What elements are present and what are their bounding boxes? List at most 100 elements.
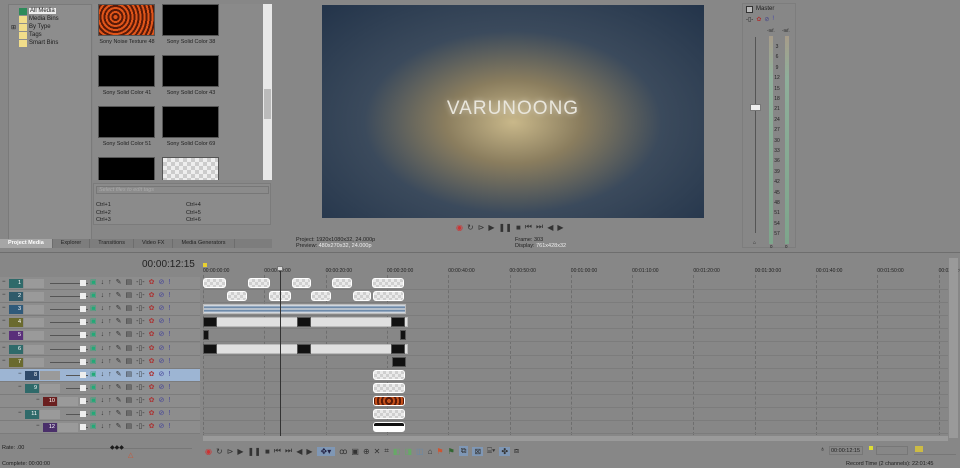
track-lane[interactable] — [203, 421, 948, 435]
thumbnail[interactable] — [98, 55, 155, 87]
region-icon[interactable]: ⚑ — [448, 447, 455, 456]
track-motion-icon[interactable]: ▤ — [126, 292, 133, 300]
slider-handle[interactable] — [80, 371, 86, 378]
track-header[interactable]: −11 ▣ ↓ ↑ ✎ ▤ -▯- ✿ ⊘! — [0, 408, 200, 421]
composite-down-icon[interactable]: ↓ — [101, 371, 105, 379]
clip[interactable] — [332, 278, 352, 288]
track-lane[interactable] — [203, 382, 948, 395]
exclaim-icon[interactable]: ! — [772, 16, 774, 23]
slider-handle[interactable] — [80, 424, 86, 431]
fx-icon[interactable]: ✿ — [149, 371, 155, 379]
clip[interactable] — [297, 343, 311, 354]
track-lane[interactable] — [203, 395, 948, 408]
play-from-start-icon[interactable]: ⊳ — [478, 223, 485, 232]
thumbnails-scrollbar[interactable] — [263, 4, 272, 180]
clip[interactable] — [373, 382, 405, 393]
go-to-end-icon[interactable]: ⏭ — [285, 446, 292, 456]
split-icon[interactable]: ◫ — [416, 447, 424, 456]
clip[interactable] — [373, 409, 405, 419]
fx-icon[interactable]: ✿ — [149, 331, 155, 339]
insert-icon[interactable]: -▯- — [136, 292, 145, 300]
insert-icon[interactable]: -▯- — [136, 371, 145, 379]
prev-frame-icon[interactable]: ◀ — [547, 223, 553, 232]
composite-up-icon[interactable]: ↑ — [108, 410, 112, 418]
collapse-icon[interactable]: − — [18, 410, 22, 416]
slider-handle[interactable] — [80, 306, 86, 313]
trim-icon[interactable]: ⌗ — [384, 446, 389, 456]
fx-icon[interactable]: ✿ — [149, 410, 155, 418]
clip[interactable] — [203, 278, 226, 288]
insert-icon[interactable]: -▯- — [136, 305, 145, 313]
composite-up-icon[interactable]: ↑ — [108, 384, 112, 392]
motion-icon[interactable]: ▣ — [90, 331, 97, 339]
insert-icon[interactable]: -▯- — [136, 410, 145, 418]
clip[interactable] — [373, 291, 404, 302]
next-frame-icon[interactable]: ▶ — [557, 223, 563, 232]
go-to-end-icon[interactable]: ⏭ — [536, 222, 543, 232]
thumbnail[interactable] — [162, 55, 219, 87]
track-header[interactable]: −12 ▣ ↓ ↑ ✎ ▤ -▯- ✿ ⊘! — [0, 421, 200, 435]
trim-start-icon[interactable]: ◧ — [393, 447, 401, 456]
timeline-hscroll[interactable] — [203, 436, 948, 441]
composite-up-icon[interactable]: ↑ — [108, 345, 112, 353]
trim-end-icon[interactable]: ◨ — [404, 447, 412, 456]
track-lane[interactable] — [203, 356, 948, 369]
solo-icon[interactable]: ! — [168, 305, 170, 313]
record-icon[interactable]: ◉ — [205, 447, 212, 456]
solo-icon[interactable]: ! — [168, 423, 170, 431]
fx-chain-icon[interactable]: ✎ — [116, 331, 122, 339]
fx-chain-icon[interactable]: ✎ — [116, 397, 122, 405]
selection-tool-icon[interactable]: ▣ — [351, 447, 359, 456]
fx-chain-icon[interactable]: ✎ — [116, 371, 122, 379]
mute-icon[interactable]: ⊘ — [159, 358, 165, 366]
track-motion-icon[interactable]: ▤ — [126, 305, 133, 313]
playhead-handle[interactable] — [277, 266, 283, 271]
insert-icon[interactable]: -▯- — [136, 358, 145, 366]
clip[interactable] — [203, 304, 406, 315]
clip[interactable] — [292, 278, 311, 288]
fx-icon[interactable]: ✿ — [149, 345, 155, 353]
shortcut[interactable]: Ctrl+2 — [96, 210, 111, 218]
track-motion-icon[interactable]: ▤ — [126, 410, 133, 418]
delete-icon[interactable]: ✕ — [374, 447, 381, 456]
composite-down-icon[interactable]: ↓ — [101, 358, 105, 366]
motion-icon[interactable]: ▣ — [90, 292, 97, 300]
track-header[interactable]: −2 ▣ ↓ ↑ ✎ ▤ -▯- ✿ ⊘! — [0, 290, 200, 304]
track-lane[interactable] — [203, 343, 948, 356]
track-header[interactable]: −3 ▣ ↓ ↑ ✎ ▤ -▯- ✿ ⊘! — [0, 303, 200, 317]
track-name-field[interactable] — [24, 344, 44, 354]
track-motion-icon[interactable]: ▤ — [126, 358, 133, 366]
clip[interactable] — [372, 278, 404, 288]
composite-up-icon[interactable]: ↑ — [108, 371, 112, 379]
slider-handle[interactable] — [80, 358, 86, 365]
insert-icon[interactable]: -▯- — [136, 345, 145, 353]
fx-icon[interactable]: ✿ — [756, 16, 761, 23]
composite-down-icon[interactable]: ↓ — [101, 331, 105, 339]
composite-up-icon[interactable]: ↑ — [108, 318, 112, 326]
track-name-field[interactable] — [24, 318, 44, 328]
play-icon[interactable]: ▶ — [488, 223, 494, 232]
insert-icon[interactable]: -▯- — [136, 318, 145, 326]
track-header[interactable]: −8 ▣ ↓ ↑ ✎ ▤ -▯- ✿ ⊘! — [0, 368, 200, 382]
go-to-start-icon[interactable]: ⏮ — [525, 222, 532, 232]
track-motion-icon[interactable]: ▤ — [126, 345, 133, 353]
timeline-vscroll[interactable] — [949, 258, 958, 438]
composite-up-icon[interactable]: ↑ — [108, 423, 112, 431]
slider-handle[interactable] — [80, 345, 86, 352]
track-name-field[interactable] — [24, 279, 44, 288]
mute-icon[interactable]: ⊘ — [159, 345, 165, 353]
go-to-start-icon[interactable]: ⏮ — [274, 446, 281, 456]
clip[interactable] — [392, 356, 406, 367]
tab-transitions[interactable]: Transitions — [90, 239, 134, 248]
solo-icon[interactable]: ! — [168, 345, 170, 353]
prev-frame-icon[interactable]: ◀ — [296, 447, 302, 456]
pause-icon[interactable]: ❚❚ — [248, 447, 261, 456]
motion-icon[interactable]: ▣ — [90, 345, 97, 353]
tab-project-media[interactable]: Project Media — [0, 239, 53, 248]
slider-handle[interactable] — [80, 411, 86, 417]
stop-icon[interactable]: ■ — [265, 447, 270, 456]
tree-smart-bins[interactable]: Smart Bins — [19, 39, 58, 47]
track-header[interactable]: −5 ▣ ↓ ↑ ✎ ▤ -▯- ✿ ⊘! — [0, 329, 200, 343]
mute-icon[interactable]: ⊘ — [159, 305, 165, 313]
fx-chain-icon[interactable]: ✎ — [116, 423, 122, 431]
